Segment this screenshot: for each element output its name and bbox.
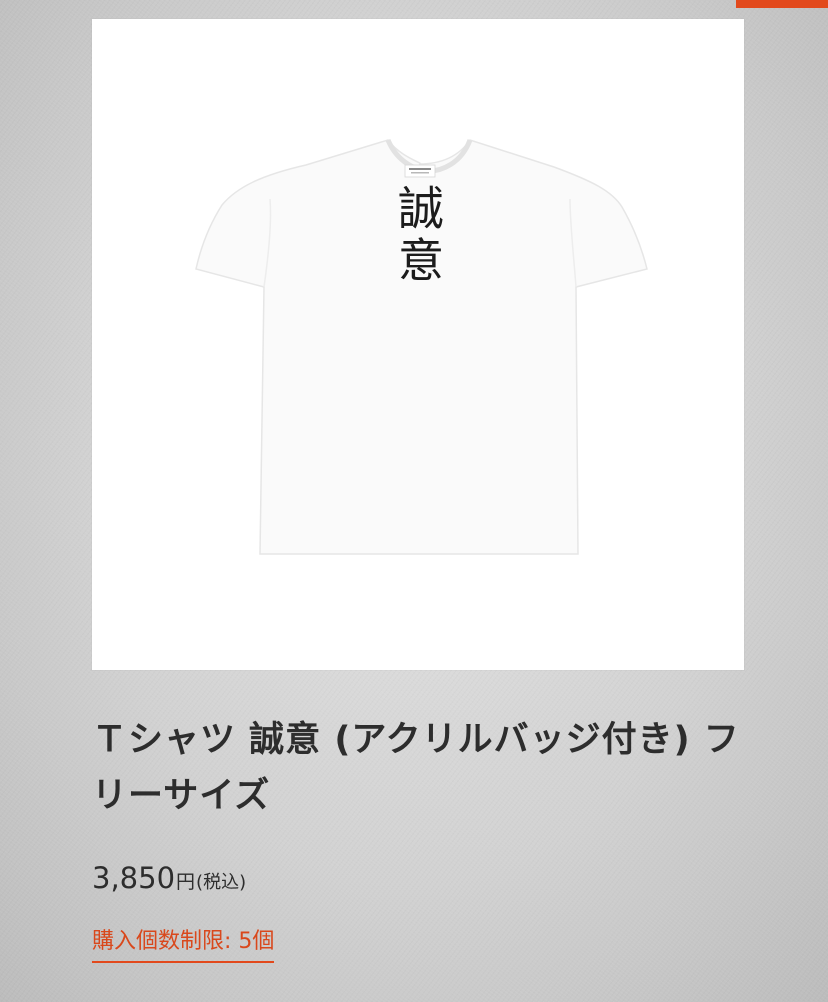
- price-value: 3,850: [92, 861, 176, 895]
- price-unit: 円: [176, 871, 196, 893]
- product-title: Ｔシャツ 誠意 (アクリルバッジ付き) フリーサイズ: [92, 720, 740, 816]
- tshirt-illustration: 誠意: [195, 138, 648, 555]
- neck-label: [404, 164, 436, 178]
- purchase-limit-notice: 購入個数制限: 5個: [92, 925, 275, 963]
- accent-bar: [736, 0, 828, 8]
- price: 3,850 円 (税込): [92, 858, 246, 898]
- price-tax-note: (税込): [196, 872, 247, 893]
- product-image[interactable]: 誠意: [92, 19, 744, 670]
- tshirt-print-text: 誠意: [391, 184, 445, 288]
